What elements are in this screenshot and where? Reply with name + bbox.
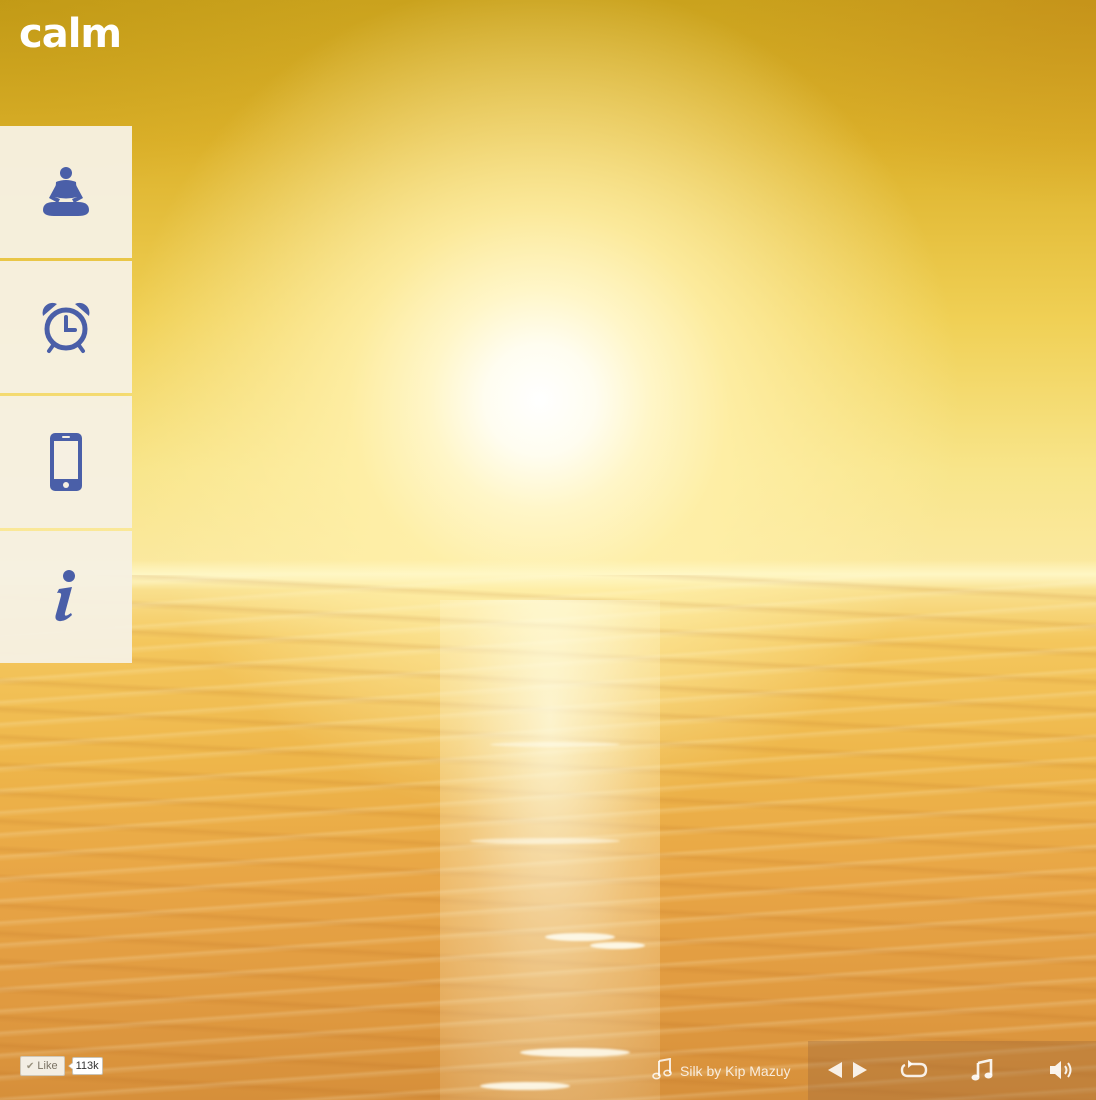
like-button[interactable]: ✔ Like — [20, 1056, 65, 1076]
like-label: Like — [37, 1060, 58, 1072]
water-glint — [490, 742, 620, 747]
water-glint — [520, 1048, 630, 1057]
previous-button[interactable] — [826, 1061, 844, 1083]
sidebar-item-mobile-app[interactable] — [0, 396, 132, 528]
meditation-figure-icon — [40, 165, 92, 219]
info-icon — [51, 569, 81, 625]
like-count-badge: 113k — [67, 1057, 103, 1075]
next-icon — [852, 1061, 868, 1084]
sidebar-item-timer[interactable] — [0, 261, 132, 393]
music-note-small-icon — [652, 1057, 672, 1083]
water-glint — [470, 838, 620, 844]
smartphone-icon — [49, 432, 83, 492]
sky — [0, 0, 1096, 600]
next-button[interactable] — [851, 1061, 869, 1083]
volume-button[interactable] — [1048, 1059, 1076, 1086]
track-title: Silk by Kip Mazuy — [680, 1062, 791, 1079]
audio-player-controls — [808, 1041, 1096, 1100]
background-scene: calm ✔ Like 113k Silk by Kip Mazuy — [0, 0, 1096, 1100]
repeat-icon — [900, 1059, 928, 1085]
water-glint — [480, 1082, 570, 1090]
music-selection-button[interactable] — [970, 1057, 994, 1086]
water-glint — [590, 942, 645, 949]
facebook-like-widget: ✔ Like 113k — [20, 1056, 103, 1076]
sidebar-item-info[interactable] — [0, 531, 132, 663]
water-glint — [545, 933, 615, 941]
music-note-icon — [971, 1057, 993, 1086]
sun-reflection — [440, 600, 660, 1100]
alarm-clock-icon — [39, 300, 93, 354]
calm-logo[interactable]: calm — [19, 14, 122, 54]
checkmark-icon: ✔ — [26, 1060, 35, 1072]
sidebar-item-meditate[interactable] — [0, 126, 132, 258]
repeat-button[interactable] — [900, 1059, 928, 1085]
sidebar-nav — [0, 126, 132, 663]
volume-icon — [1048, 1059, 1076, 1086]
previous-icon — [827, 1061, 843, 1084]
now-playing[interactable]: Silk by Kip Mazuy — [652, 1057, 791, 1083]
